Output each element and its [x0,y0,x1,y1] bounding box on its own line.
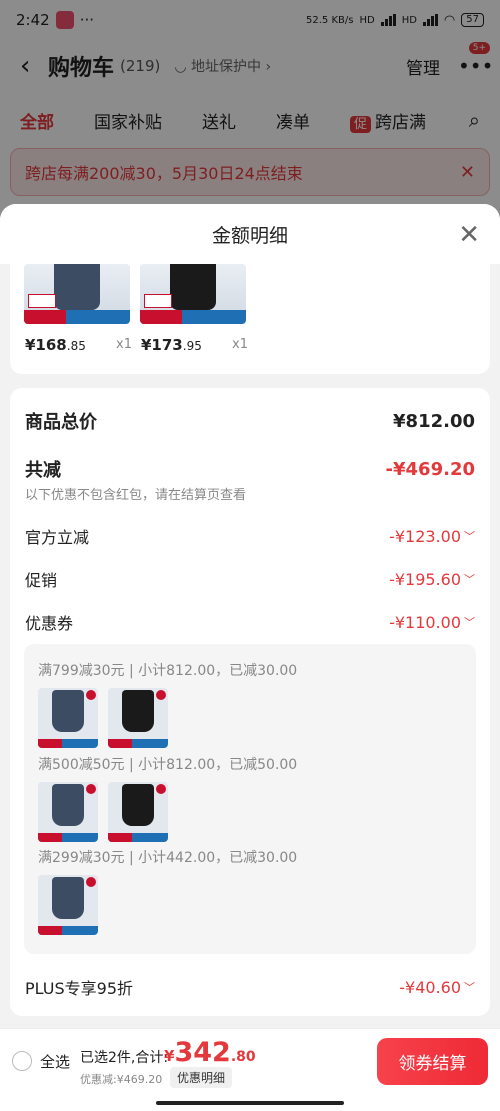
official-discount-value: -¥123.00 [389,526,461,546]
official-discount-label: 官方立减 [25,528,90,547]
discount-summary: 优惠减:¥469.20 [80,1073,163,1086]
select-all-label[interactable]: 全选 [40,1051,70,1072]
product-thumbnail[interactable] [24,264,130,324]
coupon-rule-line: 满299减30元 | 小计442.00，已减30.00 [38,850,298,866]
selected-items-card: ¥168.85 x1 ¥173.95 x1 [10,264,490,374]
coupon-label: 优惠券 [25,614,74,633]
item-price-int: ¥173 [141,336,183,354]
plus-discount-value: -¥40.60 [399,977,461,997]
total-reduce-row: 共减 -¥469.20 [25,456,475,482]
discount-detail-button[interactable]: 优惠明细 [170,1067,233,1088]
total-price-label: 商品总价 [25,412,97,433]
total-price-row: 商品总价 ¥812.00 [25,408,475,434]
chevron-down-icon: ﹀ [464,981,475,994]
product-thumbnail[interactable] [108,688,168,748]
item-price-dec: .95 [182,339,202,353]
coupon-detail-box: 满799减30元 | 小计812.00，已减30.00 满500减50元 | 小… [24,644,476,954]
product-thumbnail[interactable] [140,264,246,324]
plus-discount-row[interactable]: PLUS专享95折 -¥40.60 ﹀ [25,975,475,999]
chevron-down-icon: ﹀ [464,573,475,586]
promotion-label: 促销 [25,571,58,590]
coupon-value: -¥110.00 [389,612,461,632]
amount-detail-sheet: 金额明细 ✕ ¥168.85 x1 ¥173.95 x1 商品总价 ¥812.0… [0,204,500,1111]
item-price-int: ¥168 [25,336,67,354]
sheet-header: 金额明细 ✕ [0,204,500,264]
total-dec: .80 [230,1049,256,1065]
item-qty: x1 [116,337,132,352]
close-icon[interactable]: ✕ [458,220,480,250]
item-qty: x1 [232,337,248,352]
checkout-bar: 全选 已选2件,合计: ¥342.80 优惠减:¥469.20 优惠明细 领券结… [0,1028,500,1111]
coupon-row[interactable]: 优惠券 -¥110.00 ﹀ [25,610,475,634]
chevron-down-icon: ﹀ [464,616,475,629]
sheet-title: 金额明细 [211,224,288,247]
total-int: 342 [174,1037,231,1068]
total-amount: ¥342.80 [164,1037,256,1068]
amount-detail-card: 商品总价 ¥812.00 共减 -¥469.20 以下优惠不包含红包，请在结算页… [10,388,490,1016]
item-price: ¥173.95 [141,336,202,354]
total-reduce-label: 共减 [25,460,61,481]
home-indicator[interactable] [156,1101,344,1105]
checkout-button[interactable]: 领券结算 [377,1038,488,1085]
item-price-dec: .85 [66,339,86,353]
product-thumbnail[interactable] [38,688,98,748]
select-all-radio[interactable] [12,1051,32,1071]
selected-summary: 已选2件,合计: [80,1050,169,1066]
coupon-rule-line: 满799减30元 | 小计812.00，已减30.00 [38,663,298,679]
total-currency: ¥ [164,1047,175,1065]
reduce-hint: 以下优惠不包含红包，请在结算页查看 [25,488,247,503]
plus-discount-label: PLUS专享95折 [25,979,133,998]
official-discount-row[interactable]: 官方立减 -¥123.00 ﹀ [25,524,475,548]
coupon-rule-line: 满500减50元 | 小计812.00，已减50.00 [38,757,298,773]
product-thumbnail[interactable] [38,875,98,935]
promotion-row[interactable]: 促销 -¥195.60 ﹀ [25,567,475,591]
total-price-value: ¥812.00 [393,410,475,432]
total-reduce-value: -¥469.20 [385,458,475,480]
promotion-value: -¥195.60 [389,569,461,589]
product-thumbnail[interactable] [38,782,98,842]
chevron-down-icon: ﹀ [464,530,475,543]
item-price: ¥168.85 [25,336,86,354]
product-thumbnail[interactable] [108,782,168,842]
